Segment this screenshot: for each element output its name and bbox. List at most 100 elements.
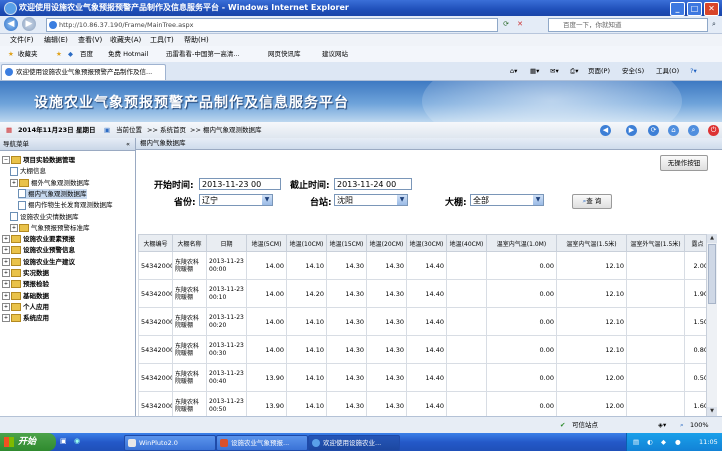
table-row[interactable]: 54342000 东陵农科院暖棚 2013-11-23 00:20 14.00 14.1… — [138, 307, 706, 336]
ie-quicklaunch-icon[interactable]: ◉ — [74, 437, 80, 445]
home-page-icon[interactable]: ⌂ — [668, 125, 679, 136]
refresh-icon[interactable]: ⟳ — [500, 18, 512, 30]
column-header[interactable]: 温室外气温(1.5米) — [626, 234, 685, 252]
column-header[interactable]: 露点 — [684, 234, 706, 252]
sidebar-item[interactable]: + 气象预报预警标准库 — [10, 223, 90, 233]
sidebar-item[interactable]: + 棚外气象观测数据库 — [10, 178, 90, 188]
fav-hotmail[interactable]: 免费 Hotmail — [108, 46, 148, 62]
column-header[interactable]: 地温(20CM) — [366, 234, 407, 252]
sidebar-item[interactable]: + 个人应用 — [2, 302, 49, 312]
table-row[interactable]: 54342000 东陵农科院暖棚 2013-11-23 00:40 13.90 14.1… — [138, 363, 706, 392]
menu-edit[interactable]: 编辑(E) — [44, 34, 68, 46]
feeds-icon[interactable]: ▦▾ — [530, 62, 539, 80]
sidebar-item[interactable]: + 基础数据 — [2, 291, 49, 301]
zoom-level[interactable]: 100% — [690, 417, 709, 434]
stop-icon[interactable]: ✕ — [514, 18, 526, 30]
show-desktop-icon[interactable]: ▣ — [60, 437, 67, 445]
expand-icon[interactable]: + — [2, 269, 10, 277]
sidebar-item[interactable]: + 实况数据 — [2, 268, 49, 278]
scroll-down-icon[interactable]: ▼ — [707, 407, 717, 416]
fav-baidu[interactable]: 百度 — [80, 46, 93, 62]
safety-menu[interactable]: 安全(S) — [622, 62, 644, 80]
expand-icon[interactable]: + — [2, 257, 10, 266]
column-header[interactable]: 地温(40CM) — [446, 234, 487, 252]
column-header[interactable]: 日期 — [206, 234, 247, 252]
search-input[interactable]: 百度一下，你就知道 — [548, 18, 708, 32]
search-page-icon[interactable]: ⌕ — [688, 125, 699, 136]
column-header[interactable]: 地温(10CM) — [286, 234, 327, 252]
back-button[interactable]: ◀ — [4, 17, 18, 31]
help-icon[interactable]: ?▾ — [690, 62, 697, 80]
minimize-button[interactable]: _ — [670, 2, 685, 16]
station-select[interactable]: 沈阳 ▼ — [334, 194, 408, 206]
menu-view[interactable]: 查看(V) — [78, 34, 102, 46]
column-header[interactable]: 地温(5CM) — [246, 234, 287, 252]
expand-icon[interactable]: + — [2, 314, 10, 323]
maximize-button[interactable]: □ — [687, 2, 702, 16]
taskbar-item-ppt[interactable]: 设施农业气象预报... — [216, 435, 308, 451]
scroll-thumb[interactable] — [708, 244, 716, 304]
expand-icon[interactable]: + — [2, 302, 10, 311]
column-header[interactable]: 温室内气温(1.0M) — [486, 234, 557, 252]
province-select[interactable]: 辽宁 ▼ — [199, 194, 273, 206]
fav-xunlei[interactable]: 迅雷看看-中国第一高清... — [166, 46, 240, 62]
sidebar-item[interactable]: 棚内作物生长发育观测数据库 — [18, 200, 113, 210]
favorites-button[interactable]: 收藏夹 — [18, 46, 38, 62]
export-button[interactable]: 无操作按钮 — [660, 155, 708, 171]
logout-icon[interactable]: ⏻ — [708, 125, 719, 136]
sidebar-item[interactable]: + 设施农业预警信息 — [2, 245, 75, 255]
start-button[interactable]: 开始 — [0, 433, 56, 451]
sidebar-item[interactable]: − 项目实验数据管理 — [2, 155, 75, 165]
tools-menu[interactable]: 工具(O) — [656, 62, 679, 80]
mail-icon[interactable]: ✉▾ — [550, 62, 559, 80]
sidebar-item[interactable]: + 预报检验 — [2, 279, 49, 289]
taskbar-item-ie[interactable]: 欢迎使用设施农业... — [308, 435, 400, 451]
sidebar-item[interactable]: + 系统应用 — [2, 313, 49, 323]
page-menu[interactable]: 页面(P) — [588, 62, 610, 80]
breadcrumb-home[interactable]: >> 系统首页 — [147, 122, 186, 138]
forward-button[interactable]: ▶ — [22, 17, 36, 31]
column-header[interactable]: 大棚编号 — [138, 234, 173, 252]
column-header[interactable]: 温室内气温(1.5米) — [556, 234, 627, 252]
expand-icon[interactable]: + — [2, 291, 10, 300]
print-icon[interactable]: ⎙▾ — [570, 62, 578, 80]
sidebar-item[interactable]: 设施农业灾情数据库 — [10, 212, 79, 222]
menu-tools[interactable]: 工具(T) — [150, 34, 174, 46]
fav-suggested[interactable]: 建议网站 — [322, 46, 348, 62]
greenhouse-select[interactable]: 全部 ▼ — [470, 194, 544, 206]
expand-icon[interactable]: + — [10, 223, 18, 232]
query-button[interactable]: ⌕查 询 — [572, 194, 612, 209]
taskbar-item-winpluto[interactable]: WinPluto2.0 — [124, 435, 216, 451]
table-row[interactable]: 54342000 东陵农科院暖棚 2013-11-23 00:50 13.90 14.1… — [138, 391, 706, 416]
close-button[interactable]: ✕ — [704, 2, 719, 16]
vertical-scrollbar[interactable]: ▲ ▼ — [706, 234, 717, 416]
sidebar-item[interactable]: + 设施农业生产建议 — [2, 257, 75, 267]
menu-help[interactable]: 帮助(H) — [184, 34, 209, 46]
menu-file[interactable]: 文件(F) — [10, 34, 34, 46]
table-row[interactable]: 54342000 东陵农科院暖棚 2013-11-23 00:10 14.00 14.2… — [138, 279, 706, 308]
add-favorite-icon[interactable]: ★ — [56, 46, 62, 62]
table-row[interactable]: 54342000 东陵农科院暖棚 2013-11-23 00:30 14.00 14.1… — [138, 335, 706, 364]
sidebar-item[interactable]: 大棚信息 — [10, 166, 46, 176]
column-header[interactable]: 大棚名称 — [172, 234, 207, 252]
expand-icon[interactable]: + — [2, 280, 10, 289]
menu-favorites[interactable]: 收藏夹(A) — [110, 34, 141, 46]
column-header[interactable]: 地温(30CM) — [406, 234, 447, 252]
expand-icon[interactable]: + — [2, 246, 10, 255]
expand-icon[interactable]: + — [10, 178, 18, 187]
sidebar-item[interactable]: + 设施农业要素预报 — [2, 234, 75, 244]
sidebar-item[interactable]: 棚内气象观测数据库 — [18, 188, 87, 199]
expand-icon[interactable]: + — [2, 235, 10, 244]
collapse-icon[interactable]: − — [2, 156, 10, 164]
scroll-up-icon[interactable]: ▲ — [707, 234, 717, 243]
collapse-icon[interactable]: « — [126, 138, 130, 150]
search-icon[interactable]: ⌕ — [708, 18, 720, 30]
end-time-input[interactable]: 2013-11-24 00 — [334, 178, 412, 190]
fav-webslices[interactable]: 网页快讯库 — [268, 46, 301, 62]
table-row[interactable]: 54342000 东陵农科院暖棚 2013-11-23 00:00 14.00 14.1… — [138, 251, 706, 280]
tab-main[interactable]: 欢迎使用设施农业气象预报预警产品制作及信... — [1, 64, 166, 80]
forward-nav-icon[interactable]: ▶ — [626, 125, 637, 136]
start-time-input[interactable]: 2013-11-23 00 — [199, 178, 281, 190]
column-header[interactable]: 地温(15CM) — [326, 234, 367, 252]
home-icon[interactable]: ⌂▾ — [510, 62, 517, 80]
